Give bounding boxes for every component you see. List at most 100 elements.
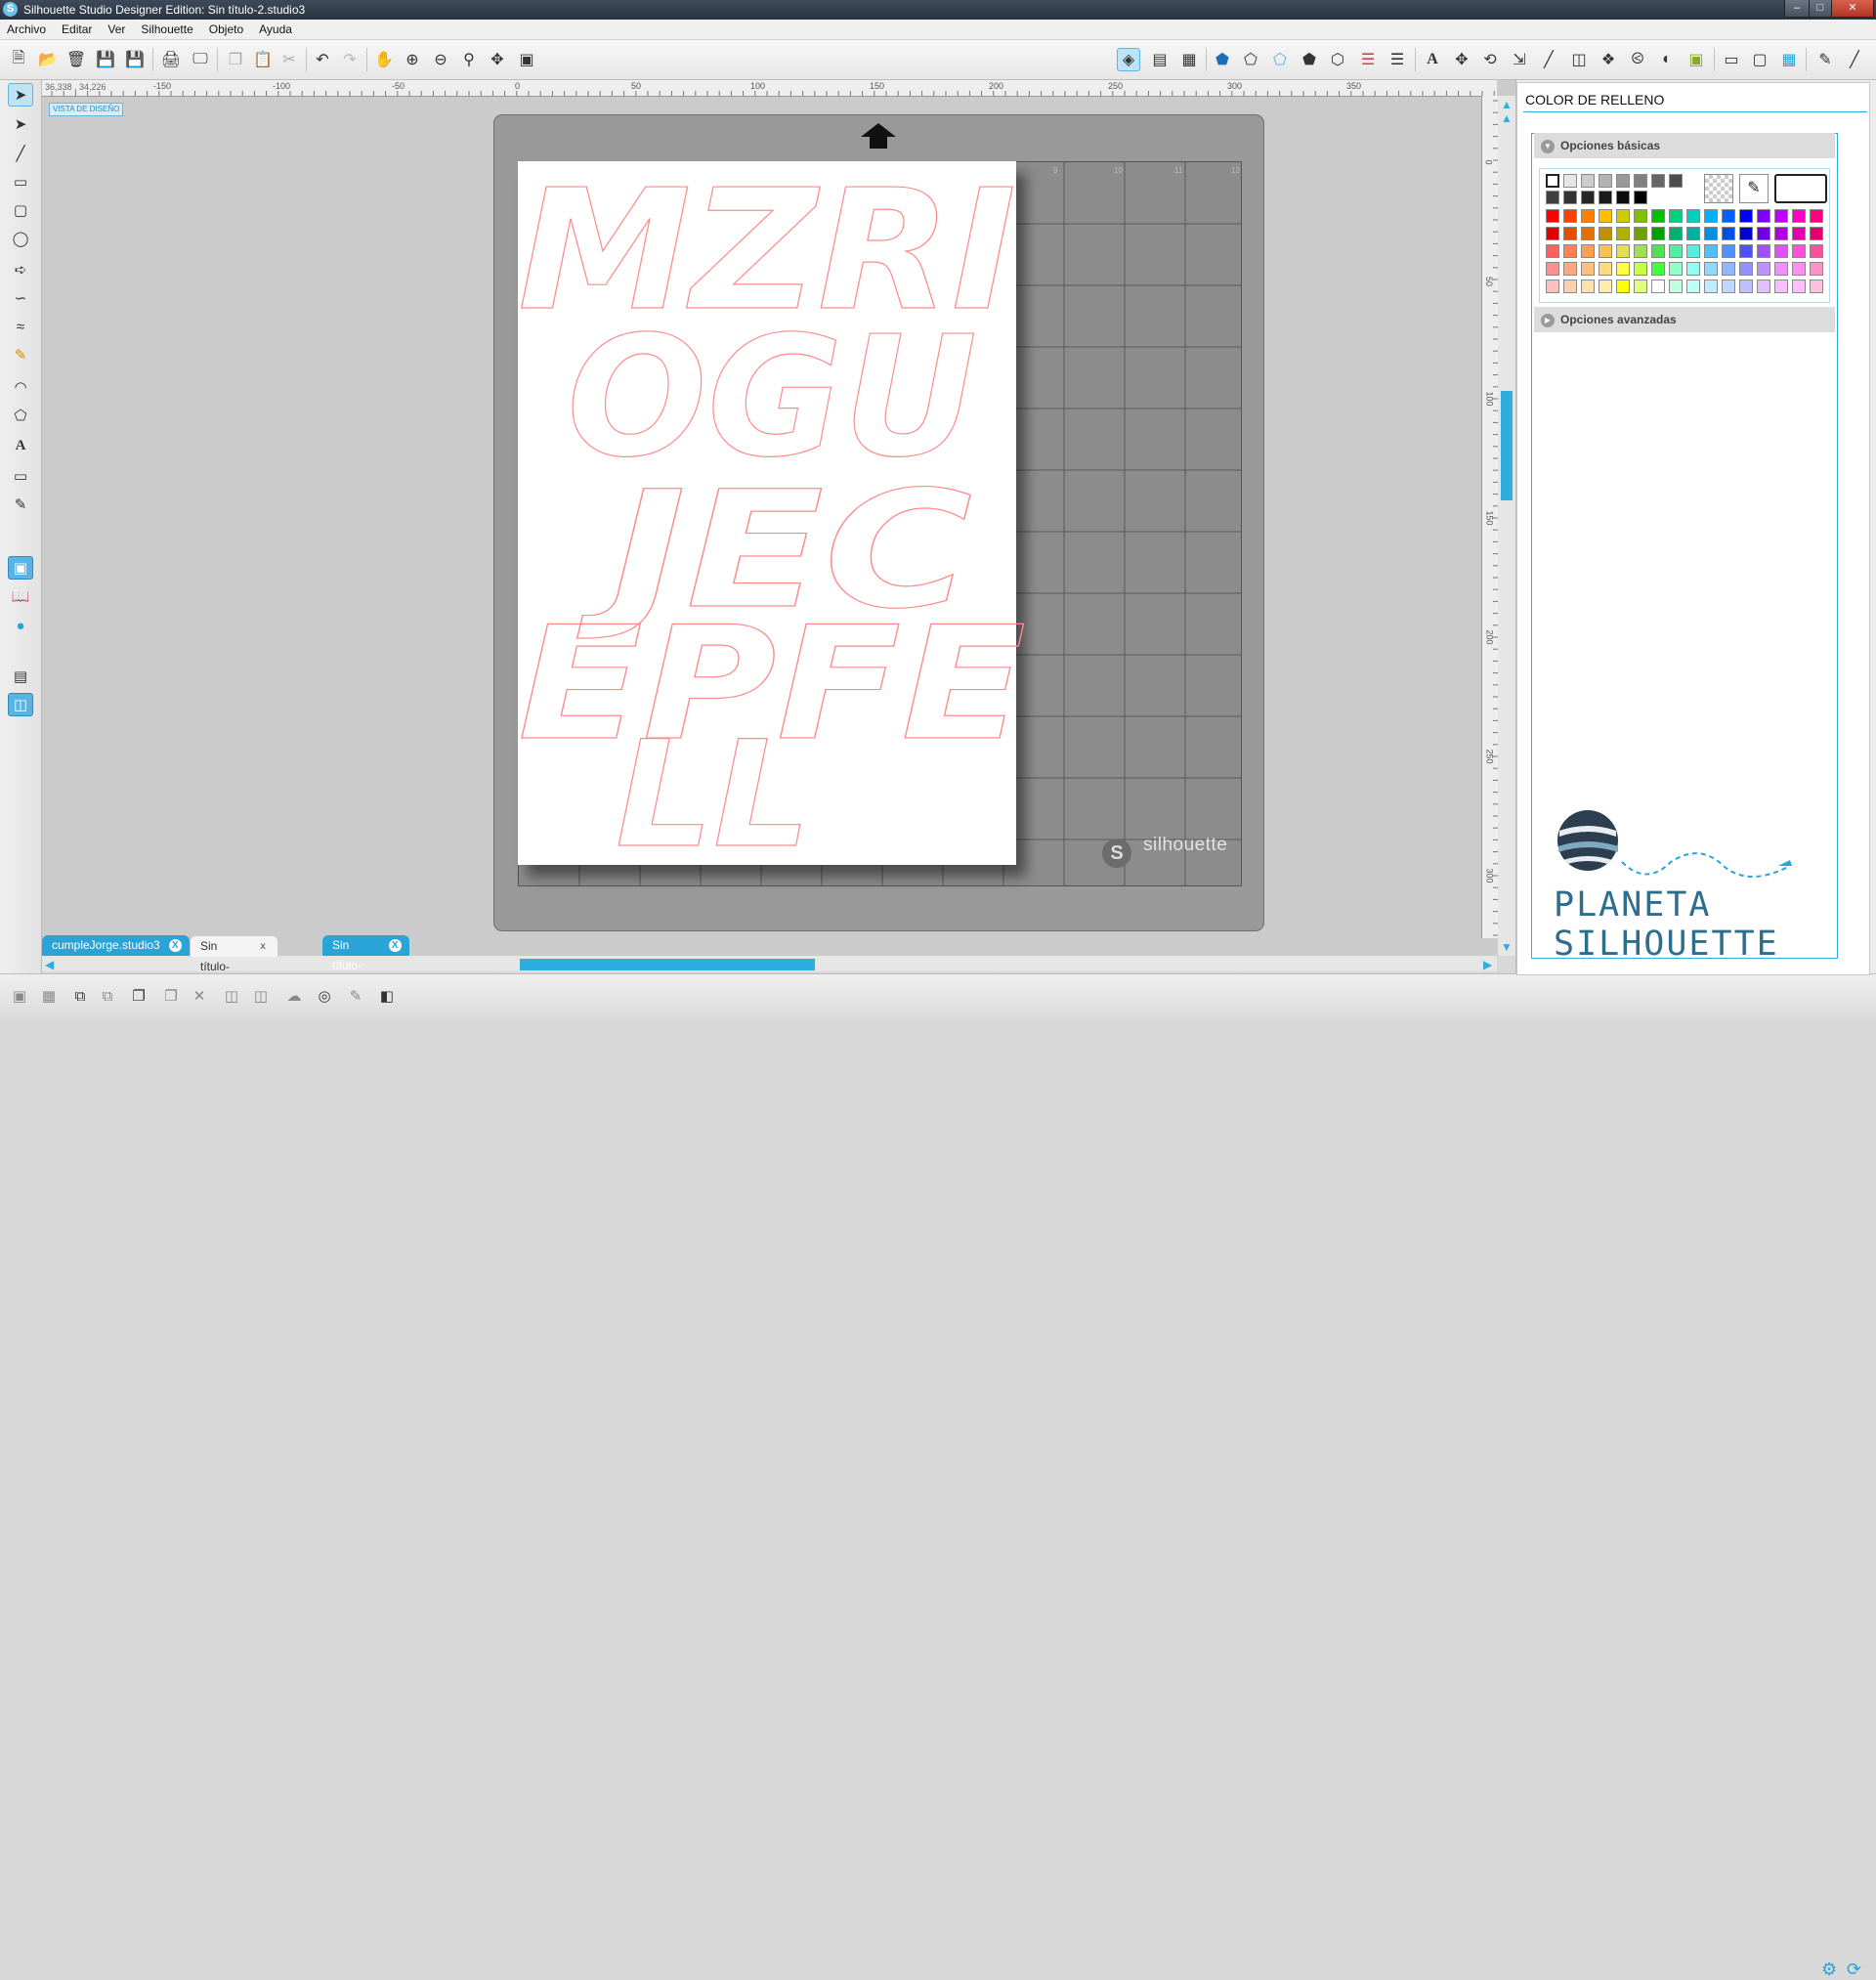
color-swatch[interactable] xyxy=(1739,209,1753,223)
color-swatch[interactable] xyxy=(1616,244,1630,258)
gray-swatch[interactable] xyxy=(1581,174,1595,188)
color-swatch[interactable] xyxy=(1563,280,1577,293)
gray-swatch[interactable] xyxy=(1616,191,1630,204)
fill-color-pentagon-icon[interactable]: ⬟ xyxy=(1211,48,1234,71)
offset-icon[interactable]: ◎ xyxy=(313,984,336,1008)
color-swatch[interactable] xyxy=(1739,280,1753,293)
color-swatch[interactable] xyxy=(1616,262,1630,276)
close-tab-icon[interactable]: X xyxy=(168,939,182,952)
color-swatch[interactable] xyxy=(1546,244,1559,258)
vertical-scroll-thumb[interactable] xyxy=(1501,391,1513,500)
color-swatch[interactable] xyxy=(1546,262,1559,276)
color-swatch[interactable] xyxy=(1810,244,1823,258)
draw-ellipse-icon[interactable]: ◯ xyxy=(8,227,33,250)
color-swatch[interactable] xyxy=(1651,209,1665,223)
color-swatch[interactable] xyxy=(1704,262,1718,276)
copy-icon[interactable]: ❐ xyxy=(224,48,247,71)
save-as-icon[interactable]: 💾 xyxy=(123,48,147,71)
gray-swatch[interactable] xyxy=(1563,191,1577,204)
zoom-selection-icon[interactable]: ⚲ xyxy=(457,48,481,71)
close-button[interactable]: ✕ xyxy=(1831,0,1874,18)
color-swatch[interactable] xyxy=(1757,280,1770,293)
delete-icon[interactable]: ✕ xyxy=(188,984,211,1008)
color-swatch[interactable] xyxy=(1669,227,1683,240)
horizontal-scroll-thumb[interactable] xyxy=(520,959,815,970)
send-to-silhouette-icon[interactable]: 🖵 xyxy=(189,48,212,71)
smooth-freehand-icon[interactable]: ✎ xyxy=(8,343,33,366)
menu-objeto[interactable]: Objeto xyxy=(201,20,251,39)
bring-to-front-icon[interactable]: ❐ xyxy=(127,984,150,1008)
color-swatch[interactable] xyxy=(1704,227,1718,240)
align-icon[interactable]: ◫ xyxy=(1567,48,1591,71)
select-pointer-icon[interactable]: ➤ xyxy=(8,83,33,107)
ungroup-icon[interactable]: ▦ xyxy=(37,984,61,1008)
color-swatch[interactable] xyxy=(1774,262,1788,276)
maximize-button[interactable]: □ xyxy=(1809,0,1832,18)
color-swatch[interactable] xyxy=(1792,209,1806,223)
undo-icon[interactable]: ↶ xyxy=(311,48,334,71)
fill-color-icon[interactable]: ◈ xyxy=(1117,48,1140,71)
tab-sin-titulo-3[interactable]: Sin título-3.studio3 X xyxy=(322,935,409,993)
color-swatch[interactable] xyxy=(1599,209,1612,223)
scroll-up-double-icon[interactable]: ▲ xyxy=(1501,111,1513,125)
menu-ayuda[interactable]: Ayuda xyxy=(251,20,300,39)
color-swatch[interactable] xyxy=(1581,209,1595,223)
color-swatch[interactable] xyxy=(1669,280,1683,293)
gray-swatch[interactable] xyxy=(1546,191,1559,204)
color-swatch[interactable] xyxy=(1686,209,1700,223)
refresh-icon[interactable]: ⟳ xyxy=(1847,1959,1861,1980)
color-swatch[interactable] xyxy=(1651,262,1665,276)
transform-icon[interactable]: ✥ xyxy=(1450,48,1473,71)
save-icon[interactable]: 💾 xyxy=(94,48,117,71)
draw-rectangle-icon[interactable]: ▭ xyxy=(8,170,33,194)
vertical-scrollbar[interactable] xyxy=(1498,96,1515,956)
modify-icon[interactable]: ⧀ xyxy=(1626,48,1649,71)
close-tab-icon[interactable]: X xyxy=(388,939,402,952)
basic-options-header[interactable]: ▼ Opciones básicas xyxy=(1534,133,1835,158)
eraser-tool-icon[interactable]: ▭ xyxy=(8,464,33,488)
advanced-options-header[interactable]: ▶ Opciones avanzadas xyxy=(1534,307,1835,332)
print-icon[interactable]: 🖨 xyxy=(159,48,183,71)
menu-editar[interactable]: Editar xyxy=(54,20,100,39)
drag-zoom-icon[interactable]: ✥ xyxy=(486,48,509,71)
paste-icon[interactable]: 📋 xyxy=(251,48,275,71)
gray-swatch[interactable] xyxy=(1634,174,1647,188)
line-width-icon[interactable]: ☰ xyxy=(1356,48,1380,71)
color-swatch[interactable] xyxy=(1546,209,1559,223)
color-swatch[interactable] xyxy=(1757,262,1770,276)
color-swatch[interactable] xyxy=(1704,209,1718,223)
color-swatch[interactable] xyxy=(1669,262,1683,276)
open-folder-icon[interactable]: 📂 xyxy=(36,48,60,71)
color-swatch[interactable] xyxy=(1599,227,1612,240)
zoom-in-icon[interactable]: ⊕ xyxy=(401,48,424,71)
color-swatch[interactable] xyxy=(1563,209,1577,223)
color-swatch[interactable] xyxy=(1546,280,1559,293)
color-swatch[interactable] xyxy=(1810,209,1823,223)
trace-icon[interactable]: ✎ xyxy=(344,984,367,1008)
color-swatch[interactable] xyxy=(1616,280,1630,293)
color-swatch[interactable] xyxy=(1722,244,1735,258)
eyedropper-icon[interactable]: ✎ xyxy=(1739,174,1769,203)
tab-sin-titulo-2[interactable]: Sin título-2.studio3 x xyxy=(190,935,278,994)
pan-hand-icon[interactable]: ✋ xyxy=(372,48,396,71)
color-swatch[interactable] xyxy=(1792,244,1806,258)
group-icon[interactable]: ▣ xyxy=(8,984,31,1008)
freehand-icon[interactable]: ≈ xyxy=(8,315,33,338)
fit-to-page-icon[interactable]: ▣ xyxy=(515,48,538,71)
color-swatch[interactable] xyxy=(1792,280,1806,293)
release-compound-path-icon[interactable]: ⧉ xyxy=(96,984,119,1008)
color-swatch[interactable] xyxy=(1634,209,1647,223)
color-swatch[interactable] xyxy=(1792,262,1806,276)
draw-polygon-icon[interactable]: ➪ xyxy=(8,258,33,281)
close-tab-icon[interactable]: x xyxy=(257,940,270,953)
color-swatch[interactable] xyxy=(1669,244,1683,258)
draw-arc-icon[interactable]: ◠ xyxy=(8,375,33,399)
color-swatch[interactable] xyxy=(1774,209,1788,223)
cut-icon[interactable]: ✂ xyxy=(277,48,301,71)
menu-ver[interactable]: Ver xyxy=(100,20,133,39)
minimize-button[interactable]: – xyxy=(1784,0,1810,18)
color-swatch[interactable] xyxy=(1686,262,1700,276)
duplicate-icon[interactable]: ❐ xyxy=(159,984,183,1008)
color-swatch[interactable] xyxy=(1669,209,1683,223)
make-compound-path-icon[interactable]: ⧉ xyxy=(68,984,92,1008)
